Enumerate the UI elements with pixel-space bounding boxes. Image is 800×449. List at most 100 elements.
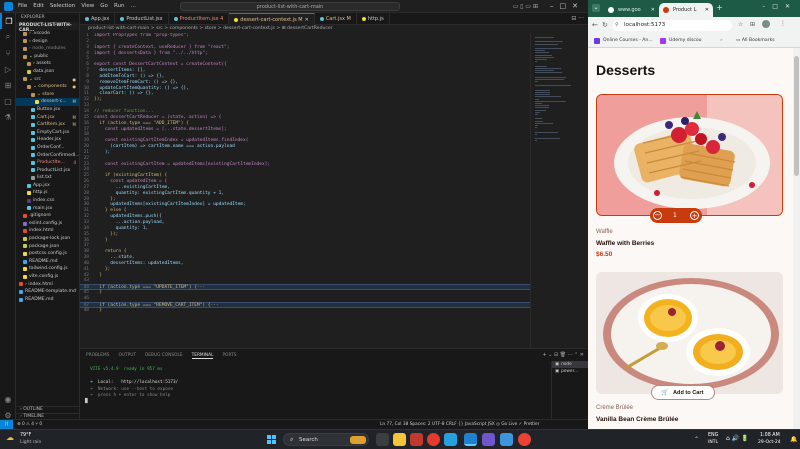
tree-item[interactable]: ⌄ public xyxy=(16,53,79,61)
tray-chevron-icon[interactable]: ⌃ xyxy=(694,436,699,443)
tree-item[interactable]: › node_modules xyxy=(16,45,79,53)
app-icon[interactable] xyxy=(410,433,423,446)
tab-close-icon[interactable]: ✕ xyxy=(651,3,655,17)
tree-item[interactable]: › .vscode xyxy=(16,30,79,38)
tree-item[interactable]: EmptyCart.jsx xyxy=(16,129,79,137)
menu-item[interactable]: Selection xyxy=(50,3,75,9)
editor-scrollbar[interactable] xyxy=(578,33,588,348)
terminal-output[interactable]: VITE v5.4.9 ready in 957 ms ➜ Local: htt… xyxy=(80,361,550,419)
tree-item[interactable]: main.jsx xyxy=(16,205,79,213)
tree-item[interactable]: data.json xyxy=(16,68,79,76)
back-icon[interactable]: ← xyxy=(592,21,598,29)
minimap[interactable] xyxy=(530,33,578,348)
menu-item[interactable]: … xyxy=(130,3,136,9)
task-view-icon[interactable] xyxy=(376,433,389,446)
more-bookmarks-icon[interactable]: » xyxy=(720,34,723,48)
editor-tab[interactable]: ProductItem.jsx 4 xyxy=(169,13,230,25)
file-explorer-icon[interactable] xyxy=(393,433,406,446)
tree-item[interactable]: .gitignore xyxy=(16,212,79,220)
weather-temp[interactable]: 79°F xyxy=(20,433,31,438)
tab-close-icon[interactable]: ✕ xyxy=(305,14,309,26)
tree-item[interactable]: › assets xyxy=(16,60,79,68)
vscode-taskbar-icon[interactable] xyxy=(464,433,477,446)
tab-search-icon[interactable]: ⌄ xyxy=(592,4,600,12)
editor-tab[interactable]: dessert-cart-context.js M ✕ xyxy=(229,13,315,25)
window-controls[interactable]: –□✕ xyxy=(550,2,584,10)
chrome-icon[interactable] xyxy=(427,433,440,446)
search-icon[interactable]: ⌕ xyxy=(0,29,16,45)
language-top[interactable]: ENG xyxy=(708,433,718,438)
menu-item[interactable]: Edit xyxy=(33,3,44,9)
editor-tab[interactable]: http.js xyxy=(357,13,390,25)
problems-status[interactable]: ⊗ 0 ⚠ 4 ⑂ 0 xyxy=(17,420,42,429)
new-tab-icon[interactable]: + xyxy=(716,3,723,12)
project-folder[interactable]: PRODUCT-LIST-WITH-CAR... xyxy=(16,22,79,33)
bookmark-item[interactable]: Udemy discou xyxy=(669,34,702,48)
tray-icons[interactable]: ⌂🔊🔋 xyxy=(726,435,751,442)
menu-icon[interactable]: ⋮ xyxy=(780,20,786,27)
profile-avatar[interactable] xyxy=(762,20,770,28)
edge-icon[interactable] xyxy=(444,433,457,446)
remote-explorer-icon[interactable]: ▢ xyxy=(0,93,16,109)
tree-item[interactable]: package.json xyxy=(16,243,79,251)
testing-icon[interactable]: ⚗ xyxy=(0,109,16,125)
tree-item[interactable]: http.js xyxy=(16,189,79,197)
panel-tab[interactable]: OUTPUT xyxy=(118,353,136,359)
tree-item[interactable]: vite.config.js xyxy=(16,273,79,281)
code-editor[interactable]: 1 import PropTypes from "prop-types"; 2 3 im… xyxy=(80,33,530,348)
bookmark-star-icon[interactable]: ☆ xyxy=(738,21,743,28)
browser-tab[interactable]: www.goo ✕ xyxy=(604,3,659,17)
address-bar[interactable]: ⚲ localhost:5173 xyxy=(612,20,732,31)
breadcrumb[interactable]: product-list-with-cart-main > src > comp… xyxy=(80,25,588,33)
extensions-icon[interactable]: ⊞ xyxy=(0,77,16,93)
tree-item[interactable]: Button.jsx xyxy=(16,106,79,114)
clock-time[interactable]: 1:08 AM xyxy=(760,433,780,438)
editor-tab[interactable]: App.jsx xyxy=(80,13,116,25)
editor-tab[interactable]: Cart.jsx M xyxy=(315,13,357,25)
tree-item[interactable]: OrderConf... xyxy=(16,144,79,152)
chrome-profile-icon[interactable] xyxy=(518,433,531,446)
panel-tab[interactable]: PROBLEMS xyxy=(86,353,109,359)
tree-item[interactable]: › design xyxy=(16,38,79,46)
tree-item[interactable]: ⌄ components ● xyxy=(16,83,79,91)
panel-tab[interactable]: DEBUG CONSOLE xyxy=(145,353,183,359)
tree-item[interactable]: dessert-c... M xyxy=(16,98,79,106)
tree-item[interactable]: postcss.config.js xyxy=(16,250,79,258)
tree-item[interactable]: README-template.md xyxy=(16,288,79,296)
browser-tab-active[interactable]: Product L ✕ xyxy=(659,3,713,17)
tree-item[interactable]: index.html xyxy=(16,227,79,235)
taskbar-search[interactable]: ⌕ Search xyxy=(283,433,369,446)
app-icon[interactable] xyxy=(500,433,513,446)
tree-item[interactable]: ⌄ store xyxy=(16,91,79,99)
panel-actions[interactable]: + ⌄ ⊟ 🗑 ··· ⌃ ✕ xyxy=(542,352,584,358)
remote-icon[interactable]: ⟩⟨ xyxy=(0,420,13,429)
panel-tab[interactable]: PORTS xyxy=(222,353,236,359)
all-bookmarks[interactable]: ▭ All Bookmarks xyxy=(736,34,775,48)
editor-tab[interactable]: ProductList.jsx xyxy=(115,13,169,25)
tree-item[interactable]: index.css xyxy=(16,197,79,205)
account-icon[interactable]: ◉ xyxy=(0,391,16,407)
app-icon[interactable] xyxy=(482,433,495,446)
tab-close-icon[interactable]: ✕ xyxy=(705,3,709,17)
run-debug-icon[interactable]: ▷ xyxy=(0,61,16,77)
tree-item[interactable]: › index.html xyxy=(16,281,79,289)
tree-item[interactable]: OrderConfirmedI... xyxy=(16,152,79,160)
tree-item[interactable]: eslint.config.js xyxy=(16,220,79,228)
window-controls[interactable]: –□✕ xyxy=(762,3,797,10)
increment-icon[interactable]: + xyxy=(690,211,699,220)
layout-icons[interactable]: ▭ ▯ ▭ ⊞ xyxy=(513,3,538,10)
menu-item[interactable]: Go xyxy=(100,3,108,9)
tree-item[interactable]: package-lock.json xyxy=(16,235,79,243)
menu-item[interactable]: File xyxy=(18,3,27,9)
tree-item[interactable]: ProductList.jsx xyxy=(16,167,79,175)
tree-item[interactable]: Cart.jsx M xyxy=(16,114,79,122)
editor-actions[interactable]: ⊟ ··· xyxy=(571,15,584,22)
source-control-icon[interactable]: ⑂ xyxy=(0,45,16,61)
explorer-icon[interactable]: ❐ xyxy=(0,13,16,29)
menu-item[interactable]: Run xyxy=(114,3,125,9)
terminal-instance[interactable]: ▣ power... xyxy=(552,368,588,375)
outline-section[interactable]: › OUTLINE xyxy=(16,406,79,413)
extensions-icon[interactable]: ⊞ xyxy=(750,21,755,28)
menu-item[interactable]: View xyxy=(81,3,94,9)
decrement-icon[interactable]: − xyxy=(653,211,662,220)
